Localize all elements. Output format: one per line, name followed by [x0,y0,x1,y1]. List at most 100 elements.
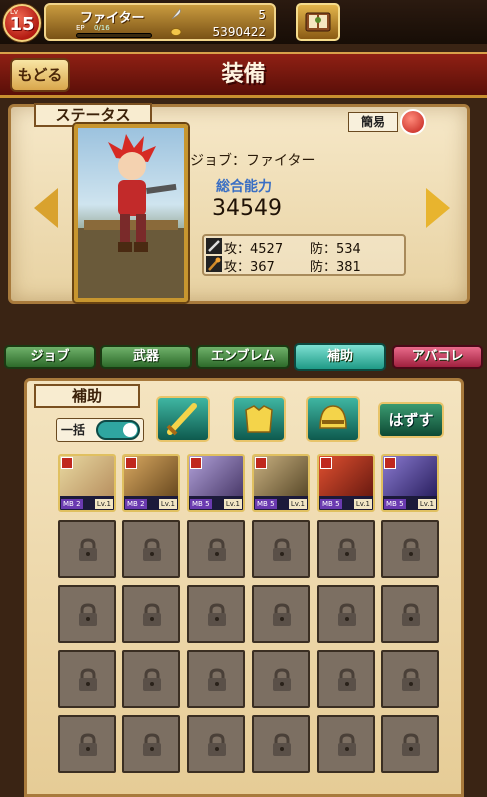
card-mb-label: MB 2 [61,499,83,509]
support-card[interactable]: MB 5 Lv.1 [317,454,375,512]
support-card[interactable]: MB 5 Lv.1 [252,454,310,512]
sword-icon [206,238,222,254]
locked-slot[interactable] [187,715,245,773]
page-title: 装備 [221,62,266,87]
physical-defense: 防：534 [310,242,361,257]
lock-icon [143,603,161,626]
coin-icon [170,28,182,36]
physical-attack: 攻：4527 [224,242,284,257]
job-line: ジョブ：ファイター [190,153,316,169]
book-icon [305,12,331,32]
next-arrow-icon[interactable] [426,188,450,228]
lock-icon [273,603,291,626]
magic-attack: 攻：367 [224,260,275,275]
magic-defense: 防：381 [310,260,361,275]
lock-icon [79,538,97,561]
lock-icon [79,603,97,626]
locked-slot[interactable] [317,520,375,578]
locked-slot[interactable] [187,585,245,643]
card-level-label: Lv.1 [288,499,307,509]
job-name: ファイター [80,11,145,26]
lock-icon [338,668,356,691]
locked-slot[interactable] [187,650,245,708]
locked-slot[interactable] [122,585,180,643]
locked-slot[interactable] [381,520,439,578]
refresh-icon[interactable] [400,109,426,135]
tab-weapon[interactable]: 武器 [100,345,192,369]
tab-job[interactable]: ジョブ [4,345,96,369]
lock-icon [273,733,291,756]
lock-icon [208,668,226,691]
menu-book-button[interactable] [296,3,340,41]
total-power-value: 34549 [212,196,282,221]
filter-weapon-button[interactable] [156,396,210,442]
locked-slot[interactable] [187,520,245,578]
locked-slot[interactable] [122,520,180,578]
lock-icon [402,733,420,756]
locked-slot[interactable] [252,520,310,578]
support-card[interactable]: MB 2 Lv.1 [122,454,180,512]
previous-arrow-icon[interactable] [34,188,58,228]
locked-slot[interactable] [381,650,439,708]
card-type-icon [190,457,202,469]
level-badge: Lv 15 [3,4,41,42]
locked-slot[interactable] [58,715,116,773]
staff-icon [206,256,222,272]
ep-label: EP [76,24,85,32]
lock-icon [273,538,291,561]
lock-icon [402,538,420,561]
coin-count: 5390422 [212,25,266,39]
card-level-label: Lv.1 [353,499,372,509]
sword-icon [166,403,197,436]
feather-count: 5 [258,8,266,22]
card-mb-label: MB 5 [384,499,406,509]
locked-slot[interactable] [122,715,180,773]
lock-icon [79,668,97,691]
lock-icon [79,733,97,756]
locked-slot[interactable] [58,650,116,708]
lock-icon [402,603,420,626]
locked-slot[interactable] [58,520,116,578]
filter-helmet-button[interactable] [306,396,360,442]
card-type-icon [125,457,137,469]
ep-value: 0/16 [94,24,110,32]
locked-slot[interactable] [58,585,116,643]
card-mb-label: MB 2 [125,499,147,509]
armor-icon [245,405,273,433]
filter-armor-button[interactable] [232,396,286,442]
lock-icon [208,603,226,626]
tab-emblem[interactable]: エンブレム [196,345,290,369]
total-power-label: 総合能力 [216,179,272,195]
player-info-panel: ファイター EP 0/16 5 5390422 [44,3,276,41]
tab-avatar-collection[interactable]: アバコレ [392,345,483,369]
bulk-toggle[interactable] [96,420,140,440]
helmet-icon [319,405,347,429]
feather-icon [171,8,181,20]
locked-slot[interactable] [317,650,375,708]
lock-icon [143,538,161,561]
ep-progress-bar [76,33,152,38]
locked-slot[interactable] [381,585,439,643]
support-ribbon: 補助 [34,384,140,408]
lock-icon [338,538,356,561]
card-type-icon [255,457,267,469]
support-card[interactable]: MB 2 Lv.1 [58,454,116,512]
card-type-icon [320,457,332,469]
locked-slot[interactable] [252,585,310,643]
fighter-figure [78,134,184,298]
remove-all-button[interactable]: はずす [378,402,444,438]
locked-slot[interactable] [317,715,375,773]
level-number: 15 [9,14,35,35]
card-mb-label: MB 5 [320,499,342,509]
lock-icon [143,733,161,756]
card-type-icon [384,457,396,469]
locked-slot[interactable] [252,715,310,773]
tab-support[interactable]: 補助 [294,343,386,371]
locked-slot[interactable] [381,715,439,773]
locked-slot[interactable] [317,585,375,643]
support-card[interactable]: MB 5 Lv.1 [187,454,245,512]
locked-slot[interactable] [252,650,310,708]
card-level-label: Lv.1 [417,499,436,509]
support-card[interactable]: MB 5 Lv.1 [381,454,439,512]
locked-slot[interactable] [122,650,180,708]
